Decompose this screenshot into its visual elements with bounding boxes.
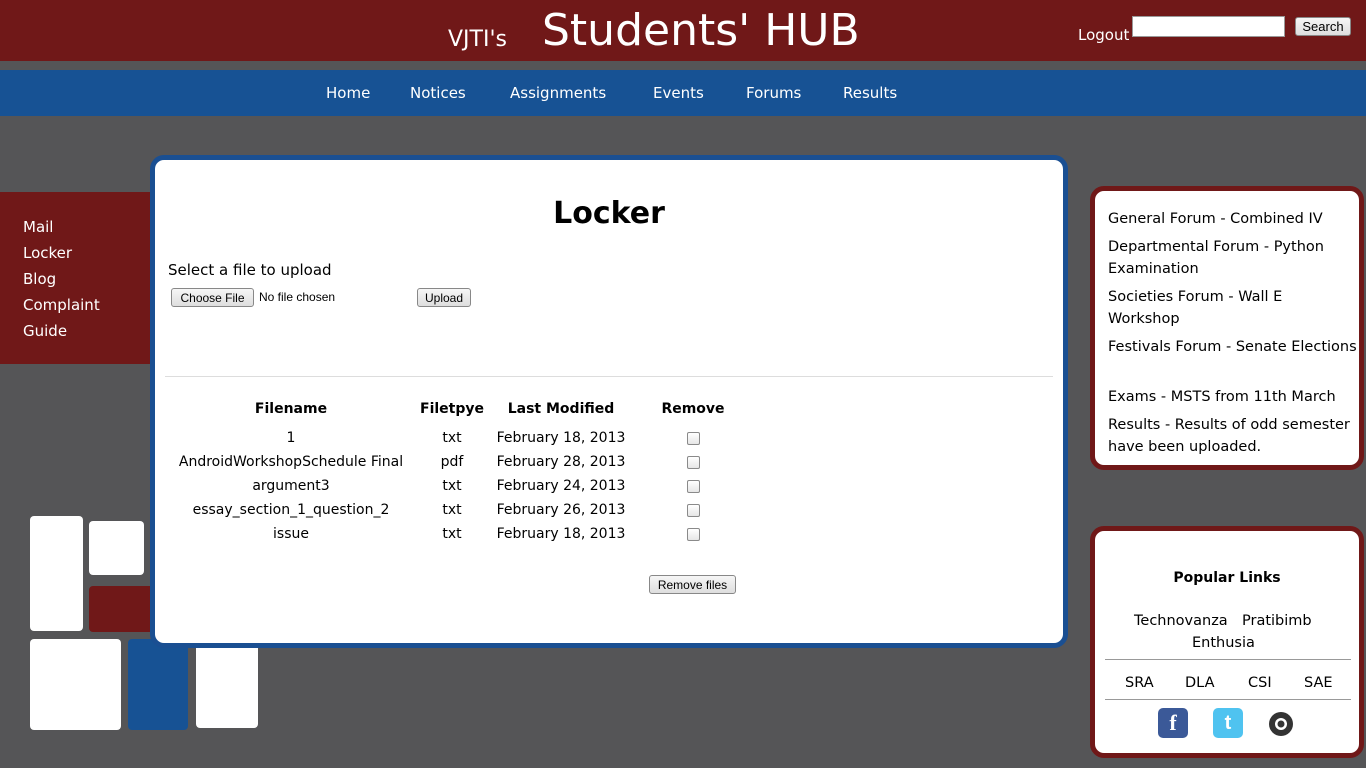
- file-name: 1: [286, 430, 296, 446]
- remove-checkbox[interactable]: [687, 480, 700, 493]
- github-icon[interactable]: [1269, 712, 1293, 736]
- sidebar-item-complaint[interactable]: Complaint: [23, 296, 100, 314]
- upload-label: Select a file to upload: [168, 261, 332, 279]
- link-enthusia[interactable]: Enthusia: [1192, 635, 1255, 651]
- forum-item-results[interactable]: Results - Results of odd semester have b…: [1108, 414, 1358, 458]
- remove-files-button[interactable]: Remove files: [649, 575, 736, 594]
- remove-checkbox[interactable]: [687, 504, 700, 517]
- remove-checkbox[interactable]: [687, 456, 700, 469]
- page-title: Locker: [553, 196, 665, 231]
- link-csi[interactable]: CSI: [1248, 675, 1272, 691]
- sidebar-item-blog[interactable]: Blog: [23, 270, 56, 288]
- divider: [1105, 699, 1351, 700]
- file-name: issue: [273, 526, 309, 542]
- decorative-tile: [196, 639, 258, 728]
- main-nav: Home Notices Assignments Events Forums R…: [0, 70, 1366, 116]
- file-modified: February 18, 2013: [496, 526, 626, 542]
- divider: [1105, 659, 1351, 660]
- forum-item-departmental[interactable]: Departmental Forum - Python Examination: [1108, 236, 1358, 280]
- link-technovanza[interactable]: Technovanza: [1134, 613, 1228, 629]
- remove-checkbox[interactable]: [687, 528, 700, 541]
- upload-button[interactable]: Upload: [417, 288, 471, 307]
- file-type: txt: [442, 478, 462, 494]
- nav-notices[interactable]: Notices: [410, 84, 466, 102]
- sidebar: Mail Locker Blog Complaint Guide: [0, 192, 160, 364]
- file-modified: February 24, 2013: [496, 478, 626, 494]
- sidebar-item-mail[interactable]: Mail: [23, 218, 53, 236]
- decorative-tile: [30, 516, 83, 631]
- file-modified: February 26, 2013: [496, 502, 626, 518]
- site-title: Students' HUB: [542, 5, 860, 56]
- link-pratibimb[interactable]: Pratibimb: [1242, 613, 1312, 629]
- column-header-remove: Remove: [661, 401, 725, 417]
- file-modified: February 28, 2013: [496, 454, 626, 470]
- locker-panel: Locker Select a file to upload Choose Fi…: [150, 155, 1068, 648]
- link-sra[interactable]: SRA: [1125, 675, 1154, 691]
- file-name: argument3: [252, 478, 330, 494]
- logout-link[interactable]: Logout: [1078, 26, 1129, 44]
- forum-item-festivals[interactable]: Festivals Forum - Senate Elections: [1108, 336, 1358, 358]
- link-dla[interactable]: DLA: [1185, 675, 1215, 691]
- forum-item-general[interactable]: General Forum - Combined IV: [1108, 208, 1358, 230]
- decorative-tile: [128, 639, 188, 730]
- file-name: AndroidWorkshopSchedule Final: [178, 454, 404, 470]
- nav-results[interactable]: Results: [843, 84, 897, 102]
- top-header: VJTI's Students' HUB Logout Search: [0, 0, 1366, 61]
- facebook-icon[interactable]: f: [1158, 708, 1188, 738]
- nav-assignments[interactable]: Assignments: [510, 84, 606, 102]
- forum-updates-box: General Forum - Combined IV Departmental…: [1090, 186, 1364, 470]
- no-file-text: No file chosen: [259, 290, 336, 304]
- brand-prefix: VJTI's: [448, 27, 507, 52]
- remove-checkbox[interactable]: [687, 432, 700, 445]
- nav-events[interactable]: Events: [653, 84, 704, 102]
- search-button[interactable]: Search: [1295, 17, 1351, 36]
- column-header-filename: Filename: [254, 401, 328, 417]
- divider: [165, 376, 1053, 377]
- file-name: essay_section_1_question_2: [192, 502, 390, 518]
- decorative-tile: [30, 639, 121, 730]
- sidebar-item-guide[interactable]: Guide: [23, 322, 67, 340]
- twitter-icon[interactable]: t: [1213, 708, 1243, 738]
- search-input[interactable]: [1132, 16, 1285, 37]
- nav-forums[interactable]: Forums: [746, 84, 801, 102]
- file-type: pdf: [440, 454, 464, 470]
- file-type: txt: [442, 502, 462, 518]
- column-header-filetype: Filetpye: [420, 401, 484, 417]
- link-sae[interactable]: SAE: [1304, 675, 1333, 691]
- file-modified: February 18, 2013: [496, 430, 626, 446]
- nav-home[interactable]: Home: [326, 84, 370, 102]
- decorative-tile: [89, 521, 144, 575]
- choose-file-button[interactable]: Choose File: [171, 288, 254, 307]
- column-header-modified: Last Modified: [507, 401, 615, 417]
- file-type: txt: [442, 430, 462, 446]
- file-type: txt: [442, 526, 462, 542]
- forum-item-societies[interactable]: Societies Forum - Wall E Workshop: [1108, 286, 1358, 330]
- sidebar-item-locker[interactable]: Locker: [23, 244, 72, 262]
- decorative-tile: [89, 586, 159, 632]
- forum-item-exams[interactable]: Exams - MSTS from 11th March: [1108, 386, 1358, 408]
- popular-links-box: Popular Links Technovanza Pratibimb Enth…: [1090, 526, 1364, 758]
- popular-links-title: Popular Links: [1173, 570, 1281, 586]
